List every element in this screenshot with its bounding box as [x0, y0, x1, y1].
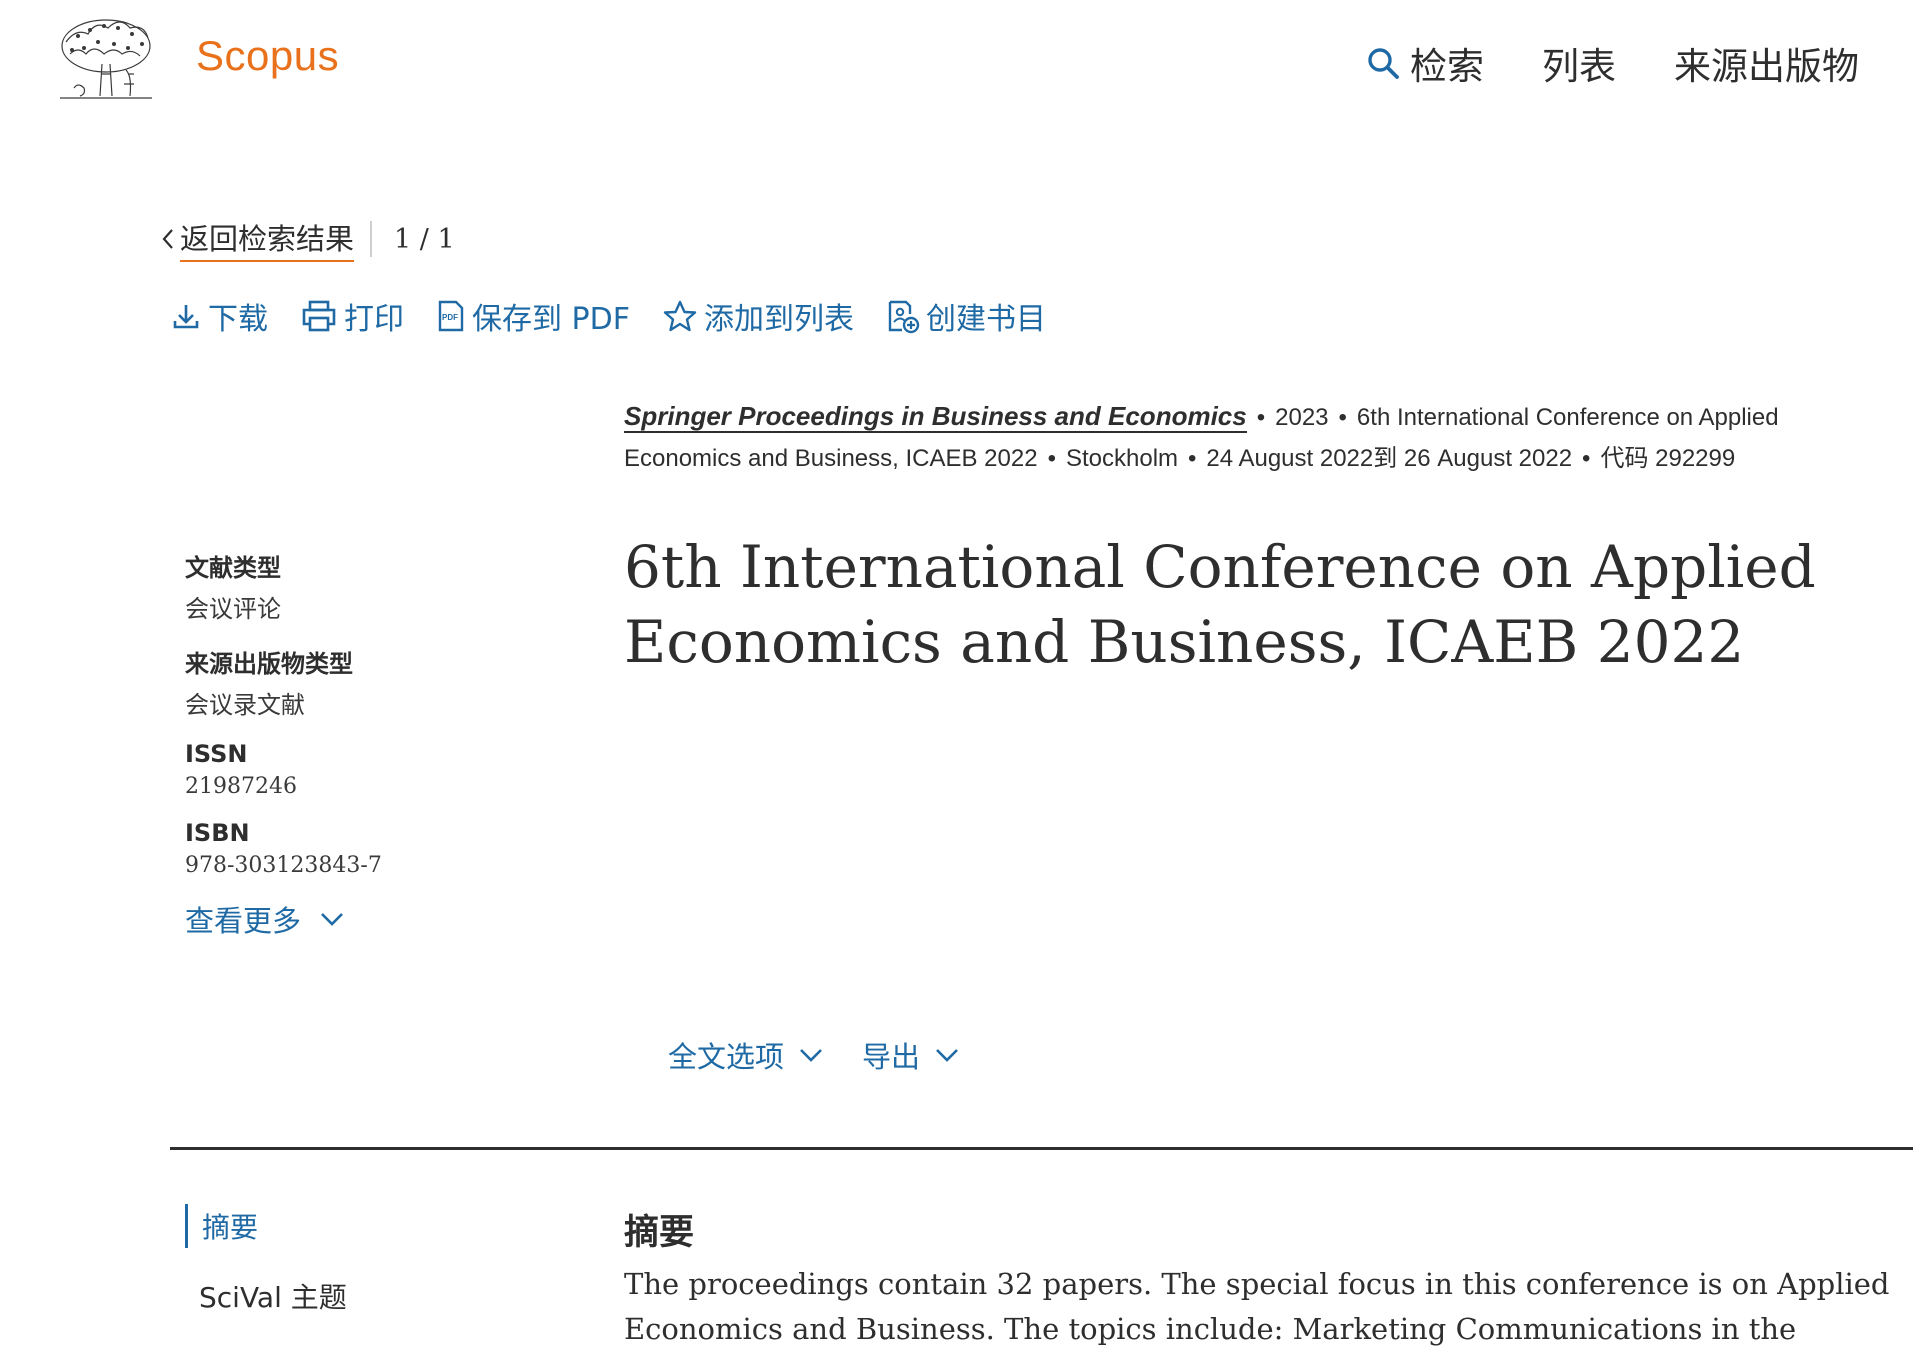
separator-dot: •: [1338, 404, 1347, 431]
download-icon: [173, 305, 199, 329]
sidenav-item-abstract[interactable]: 摘要: [185, 1204, 347, 1248]
source-type-value: 会议录文献: [185, 691, 305, 719]
nav-search-label: 检索: [1410, 45, 1484, 88]
add-to-list-label: 添加到列表: [703, 302, 854, 337]
nav-sources-label: 来源出版物: [1674, 45, 1859, 88]
source-type-label: 来源出版物类型: [185, 650, 353, 678]
isbn-value: 978-303123843-7: [185, 853, 382, 878]
back-to-results-label: 返回检索结果: [180, 216, 355, 262]
print-label: 打印: [344, 302, 404, 337]
results-navigation: 返回检索结果 1 / 1: [160, 216, 455, 262]
svg-text:PDF: PDF: [442, 313, 458, 322]
star-icon: [663, 300, 697, 332]
print-button[interactable]: 打印: [300, 294, 404, 338]
download-button[interactable]: 下载: [170, 294, 268, 338]
save-pdf-button[interactable]: PDF 保存到 PDF: [436, 294, 630, 338]
chevron-down-icon: [800, 1049, 822, 1062]
series-link[interactable]: Springer Proceedings in Business and Eco…: [624, 401, 1247, 433]
chevron-down-icon: [321, 913, 343, 926]
document-options: 全文选项 导出: [668, 1034, 960, 1076]
export-label: 导出: [862, 1040, 921, 1074]
source-year: 2023: [1275, 404, 1329, 431]
separator-dot: •: [1256, 404, 1266, 431]
source-dates: 24 August 2022到 26 August 2022: [1206, 445, 1573, 472]
elsevier-tree-logo[interactable]: [56, 14, 156, 104]
save-pdf-label: 保存到 PDF: [472, 302, 630, 337]
top-navigation: 检索 列表 来源出版物: [1366, 36, 1859, 90]
chevron-down-icon: [936, 1049, 958, 1062]
doc-type-value: 会议评论: [185, 595, 281, 623]
result-pager: 1 / 1: [370, 221, 455, 257]
add-to-list-button[interactable]: 添加到列表: [662, 294, 854, 338]
nav-sources[interactable]: 来源出版物: [1674, 36, 1859, 90]
create-bibliography-button[interactable]: 创建书目: [886, 294, 1046, 338]
print-icon: [302, 300, 336, 332]
section-divider: [170, 1147, 1913, 1150]
source-code: 代码 292299: [1600, 445, 1736, 472]
separator-dot: •: [1582, 445, 1591, 472]
pdf-file-icon: PDF: [438, 300, 464, 332]
nav-lists[interactable]: 列表: [1542, 36, 1616, 90]
scopus-brand[interactable]: Scopus: [196, 32, 339, 80]
create-bibliography-label: 创建书目: [925, 302, 1046, 337]
search-icon: [1368, 48, 1399, 79]
issn-label: ISSN: [185, 740, 248, 768]
sidenav-item-scival[interactable]: SciVal 主题: [185, 1274, 347, 1318]
header: Scopus 检索 列表 来源出版物: [0, 0, 1913, 130]
export-dropdown[interactable]: 导出: [862, 1034, 960, 1076]
isbn-label: ISBN: [185, 819, 250, 847]
nav-search[interactable]: 检索: [1366, 36, 1484, 90]
document-toolbar: 下载 打印 PDF 保存到 PDF 添加到列表 创建书目: [170, 294, 1046, 338]
abstract-heading: 摘要: [624, 1213, 695, 1253]
separator-dot: •: [1047, 445, 1056, 472]
source-location: Stockholm: [1065, 445, 1179, 472]
document-title: 6th International Conference on Applied …: [624, 533, 1816, 676]
section-navigation: 摘要 SciVal 主题: [185, 1204, 347, 1344]
source-info: Springer Proceedings in Business and Eco…: [624, 396, 1884, 479]
see-more-label: 查看更多: [185, 904, 302, 938]
fulltext-options-dropdown[interactable]: 全文选项: [668, 1034, 824, 1076]
abstract-text: The proceedings contain 32 papers. The s…: [624, 1267, 1890, 1346]
issn-value: 21987246: [185, 774, 297, 799]
separator-dot: •: [1188, 445, 1197, 472]
create-bibliography-icon: [888, 300, 920, 334]
back-to-results-link[interactable]: 返回检索结果: [160, 216, 355, 262]
chevron-left-icon: [162, 229, 173, 249]
doc-type-label: 文献类型: [185, 554, 281, 582]
download-label: 下载: [208, 302, 268, 337]
fulltext-options-label: 全文选项: [668, 1040, 785, 1074]
nav-lists-label: 列表: [1542, 45, 1616, 88]
see-more-button[interactable]: 查看更多: [185, 898, 545, 940]
document-metadata: 文献类型 会议评论 来源出版物类型 会议录文献 ISSN 21987246 IS…: [185, 548, 545, 940]
